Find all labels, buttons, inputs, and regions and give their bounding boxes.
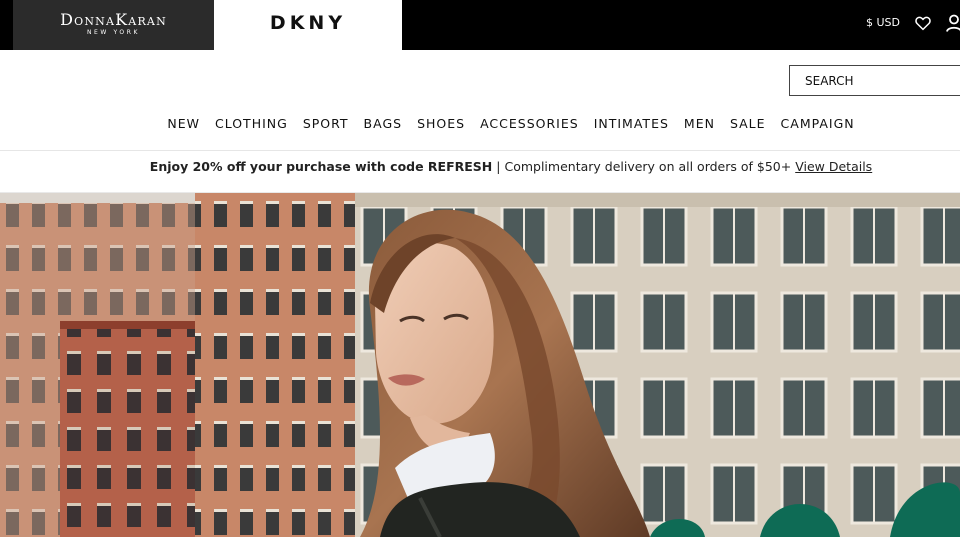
currency-selector[interactable]: $ USD	[866, 16, 900, 29]
promo-separator: |	[496, 159, 501, 174]
main-nav: NEW CLOTHING SPORT BAGS SHOES ACCESSORIE…	[0, 115, 960, 135]
promo-code-text: Enjoy 20% off your purchase with code RE…	[149, 159, 493, 174]
hero-banner[interactable]	[0, 193, 960, 537]
logo-letters-aran: ARAN	[128, 15, 167, 28]
nav-item-accessories[interactable]: ACCESSORIES	[480, 115, 579, 135]
view-details-link[interactable]: View Details	[795, 159, 872, 174]
nav-item-sport[interactable]: SPORT	[303, 115, 349, 135]
nav-item-campaign[interactable]: CAMPAIGN	[781, 115, 855, 135]
user-icon[interactable]	[946, 14, 960, 32]
promo-banner: Enjoy 20% off your purchase with code RE…	[0, 158, 960, 176]
nav-item-bags[interactable]: BAGS	[364, 115, 403, 135]
nav-item-intimates[interactable]: INTIMATES	[594, 115, 669, 135]
nav-item-new[interactable]: NEW	[167, 115, 200, 135]
nav-item-clothing[interactable]: CLOTHING	[215, 115, 288, 135]
dkny-logo[interactable]: DKNY	[214, 0, 402, 50]
logo-letters-onna: ONNA	[74, 15, 116, 28]
nav-item-sale[interactable]: SALE	[730, 115, 766, 135]
nav-divider	[0, 150, 960, 151]
hero-image	[0, 193, 960, 537]
logo-letter-k: K	[115, 10, 129, 29]
nav-item-shoes[interactable]: SHOES	[417, 115, 465, 135]
top-bar: DONNAKARAN NEW YORK DKNY $ USD	[0, 0, 960, 50]
donna-karan-logo[interactable]: DONNAKARAN NEW YORK	[13, 0, 214, 50]
logo-letter-d: D	[60, 10, 75, 29]
search-input[interactable]	[789, 65, 960, 96]
new-york-subtitle: NEW YORK	[86, 29, 141, 36]
donna-karan-wordmark: DONNAKARAN	[13, 11, 214, 31]
heart-icon[interactable]	[914, 14, 932, 32]
nav-item-men[interactable]: MEN	[684, 115, 715, 135]
promo-delivery-text: Complimentary delivery on all orders of …	[504, 159, 792, 174]
